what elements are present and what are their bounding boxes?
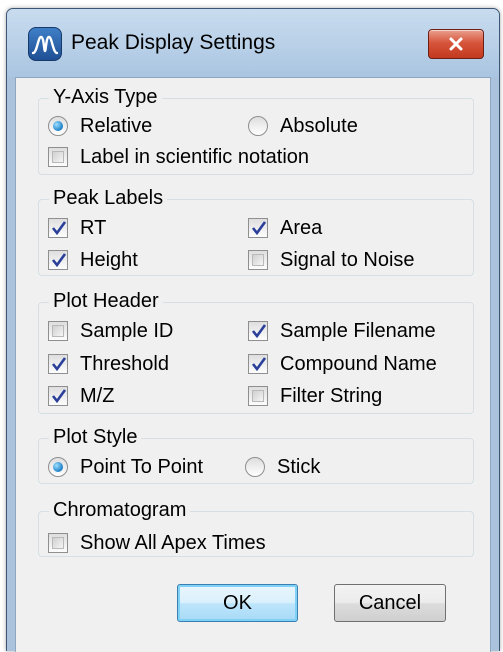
sample-id-box[interactable]: [48, 321, 68, 341]
plot-style-group-title: Plot Style: [49, 424, 142, 450]
point-to-point-radio[interactable]: Point To Point: [48, 454, 243, 480]
sample-filename-label: Sample Filename: [280, 320, 436, 342]
height-checkbox[interactable]: Height: [48, 247, 198, 273]
filter-string-box[interactable]: [248, 386, 268, 406]
threshold-checkbox[interactable]: Threshold: [48, 351, 228, 377]
absolute-label: Absolute: [280, 115, 358, 137]
show-all-apex-times-label: Show All Apex Times: [80, 532, 266, 554]
checkmark-icon: [251, 221, 267, 236]
chromatogram-group-title: Chromatogram: [49, 497, 191, 523]
relative-radio[interactable]: Relative: [48, 113, 198, 139]
stick-radio[interactable]: Stick: [245, 454, 345, 480]
area-box[interactable]: [248, 218, 268, 238]
relative-radio-button[interactable]: [48, 116, 68, 136]
stick-radio-button[interactable]: [245, 457, 265, 477]
threshold-label: Threshold: [80, 353, 169, 375]
mz-box[interactable]: [48, 386, 68, 406]
absolute-radio[interactable]: Absolute: [248, 113, 398, 139]
signal-to-noise-box[interactable]: [248, 250, 268, 270]
mz-label: M/Z: [80, 385, 115, 407]
show-all-apex-times-box[interactable]: [48, 533, 68, 553]
scientific-notation-checkbox[interactable]: Label in scientific notation: [48, 144, 378, 170]
scientific-notation-box[interactable]: [48, 147, 68, 167]
threshold-box[interactable]: [48, 354, 68, 374]
height-label: Height: [80, 249, 138, 271]
filter-string-label: Filter String: [280, 385, 383, 407]
compound-name-checkbox[interactable]: Compound Name: [248, 351, 473, 377]
signal-to-noise-label: Signal to Noise: [280, 249, 415, 271]
plot-header-group-title: Plot Header: [49, 288, 163, 314]
compound-name-box[interactable]: [248, 354, 268, 374]
absolute-radio-button[interactable]: [248, 116, 268, 136]
ok-button[interactable]: OK: [177, 584, 298, 622]
rt-checkbox[interactable]: RT: [48, 215, 168, 241]
sample-filename-checkbox[interactable]: Sample Filename: [248, 318, 468, 344]
point-to-point-radio-button[interactable]: [48, 457, 68, 477]
checkmark-icon: [51, 357, 67, 372]
rt-label: RT: [80, 217, 107, 239]
checkmark-icon: [51, 389, 67, 404]
rt-box[interactable]: [48, 218, 68, 238]
point-to-point-label: Point To Point: [80, 456, 204, 478]
area-label: Area: [280, 217, 323, 239]
relative-label: Relative: [80, 115, 153, 137]
checkmark-icon: [251, 324, 267, 339]
cancel-button[interactable]: Cancel: [334, 584, 446, 622]
peak-labels-group-title: Peak Labels: [49, 185, 168, 211]
close-button[interactable]: [428, 29, 484, 59]
y-axis-type-group-title: Y-Axis Type: [49, 84, 162, 110]
close-x-icon: [449, 37, 463, 51]
filter-string-checkbox[interactable]: Filter String: [248, 383, 448, 409]
scientific-notation-label: Label in scientific notation: [80, 146, 310, 168]
compound-name-label: Compound Name: [280, 353, 437, 375]
sample-id-checkbox[interactable]: Sample ID: [48, 318, 228, 344]
peak-waveform-icon[interactable]: [28, 27, 62, 61]
mz-checkbox[interactable]: M/Z: [48, 383, 168, 409]
signal-to-noise-checkbox[interactable]: Signal to Noise: [248, 247, 468, 273]
stick-label: Stick: [277, 456, 321, 478]
sample-id-label: Sample ID: [80, 320, 174, 342]
checkmark-icon: [51, 253, 67, 268]
checkmark-icon: [51, 221, 67, 236]
title-bar[interactable]: Peak Display Settings: [7, 9, 499, 77]
area-checkbox[interactable]: Area: [248, 215, 398, 241]
height-box[interactable]: [48, 250, 68, 270]
show-all-apex-times-checkbox[interactable]: Show All Apex Times: [48, 530, 318, 556]
sample-filename-box[interactable]: [248, 321, 268, 341]
window-title: Peak Display Settings: [71, 31, 276, 54]
checkmark-icon: [251, 357, 267, 372]
